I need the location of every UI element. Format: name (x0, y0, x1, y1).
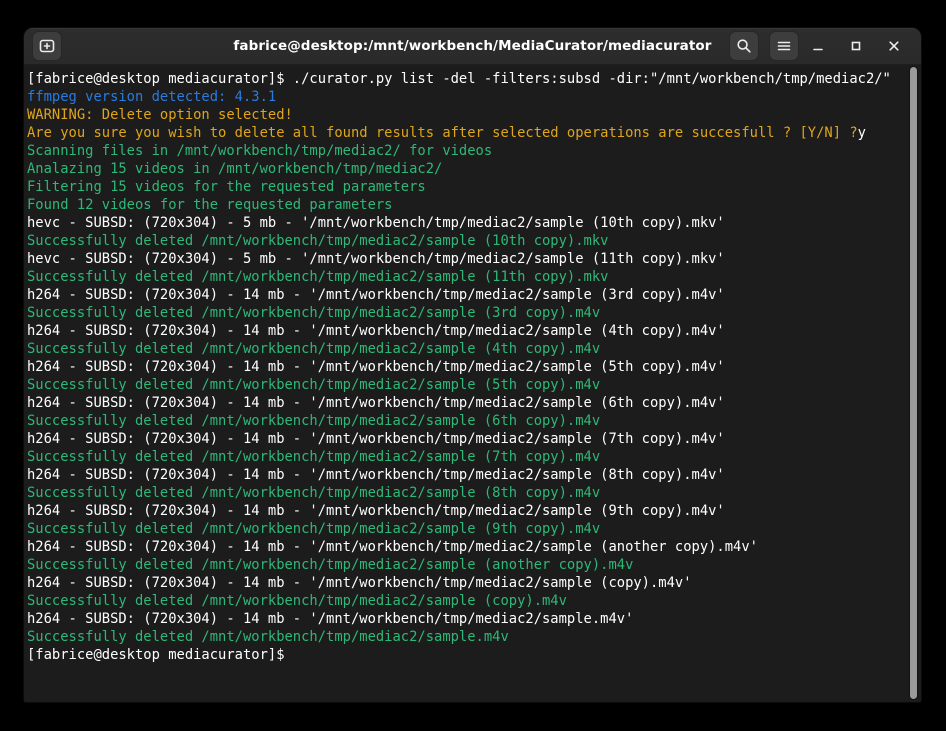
terminal-text-segment: Analazing 15 videos in /mnt/workbench/tm… (27, 161, 442, 177)
terminal-line: Are you sure you wish to delete all foun… (27, 124, 901, 142)
terminal-text-segment: Filtering 15 videos for the requested pa… (27, 179, 426, 195)
terminal-screen[interactable]: [fabrice@desktop mediacurator]$ ./curato… (24, 65, 921, 702)
terminal-line: hevc - SUBSD: (720x304) - 5 mb - '/mnt/w… (27, 250, 901, 268)
terminal-text-segment: h264 - SUBSD: (720x304) - 14 mb - '/mnt/… (27, 359, 725, 375)
terminal-text-segment: ffmpeg version detected: 4.3.1 (27, 89, 276, 105)
titlebar-controls (719, 31, 913, 61)
terminal-text-segment: Successfully deleted /mnt/workbench/tmp/… (27, 449, 600, 465)
terminal-line: Scanning files in /mnt/workbench/tmp/med… (27, 142, 901, 160)
terminal-text-segment: [fabrice@desktop mediacurator]$ (27, 647, 293, 663)
terminal-text-segment: [fabrice@desktop mediacurator]$ ./curato… (27, 71, 891, 87)
terminal-line: hevc - SUBSD: (720x304) - 5 mb - '/mnt/w… (27, 214, 901, 232)
terminal-text-segment: Successfully deleted /mnt/workbench/tmp/… (27, 233, 608, 249)
minimize-icon (810, 38, 826, 54)
terminal-line: Found 12 videos for the requested parame… (27, 196, 901, 214)
terminal-line: Successfully deleted /mnt/workbench/tmp/… (27, 520, 901, 538)
search-button[interactable] (729, 31, 759, 61)
terminal-output: [fabrice@desktop mediacurator]$ ./curato… (24, 65, 921, 664)
terminal-text-segment: h264 - SUBSD: (720x304) - 14 mb - '/mnt/… (27, 503, 725, 519)
terminal-text-segment: Successfully deleted /mnt/workbench/tmp/… (27, 413, 600, 429)
close-icon (886, 38, 902, 54)
window-title: fabrice@desktop:/mnt/workbench/MediaCura… (233, 38, 711, 54)
terminal-line: h264 - SUBSD: (720x304) - 14 mb - '/mnt/… (27, 286, 901, 304)
terminal-line: WARNING: Delete option selected! (27, 106, 901, 124)
terminal-text-segment: h264 - SUBSD: (720x304) - 14 mb - '/mnt/… (27, 431, 725, 447)
terminal-text-segment: Scanning files in /mnt/workbench/tmp/med… (27, 143, 492, 159)
terminal-line: h264 - SUBSD: (720x304) - 14 mb - '/mnt/… (27, 538, 901, 556)
terminal-line: Successfully deleted /mnt/workbench/tmp/… (27, 592, 901, 610)
terminal-text-segment: hevc - SUBSD: (720x304) - 5 mb - '/mnt/w… (27, 215, 725, 231)
titlebar[interactable]: fabrice@desktop:/mnt/workbench/MediaCura… (24, 28, 921, 65)
terminal-line: Successfully deleted /mnt/workbench/tmp/… (27, 376, 901, 394)
terminal-line: Filtering 15 videos for the requested pa… (27, 178, 901, 196)
terminal-line: h264 - SUBSD: (720x304) - 14 mb - '/mnt/… (27, 574, 901, 592)
scrollbar-thumb[interactable] (910, 67, 917, 699)
terminal-text-segment: hevc - SUBSD: (720x304) - 5 mb - '/mnt/w… (27, 251, 725, 267)
terminal-text-segment: Successfully deleted /mnt/workbench/tmp/… (27, 593, 567, 609)
new-tab-button[interactable] (32, 31, 62, 61)
terminal-line: Successfully deleted /mnt/workbench/tmp/… (27, 484, 901, 502)
terminal-text-segment: h264 - SUBSD: (720x304) - 14 mb - '/mnt/… (27, 395, 725, 411)
terminal-line: h264 - SUBSD: (720x304) - 14 mb - '/mnt/… (27, 466, 901, 484)
hamburger-menu-icon (776, 38, 792, 54)
terminal-text-segment: h264 - SUBSD: (720x304) - 14 mb - '/mnt/… (27, 323, 725, 339)
terminal-line: Successfully deleted /mnt/workbench/tmp/… (27, 232, 901, 250)
terminal-line: Successfully deleted /mnt/workbench/tmp/… (27, 340, 901, 358)
terminal-line: h264 - SUBSD: (720x304) - 14 mb - '/mnt/… (27, 322, 901, 340)
terminal-line: Successfully deleted /mnt/workbench/tmp/… (27, 268, 901, 286)
terminal-line: Successfully deleted /mnt/workbench/tmp/… (27, 628, 901, 646)
terminal-text-segment: Are you sure you wish to delete all foun… (27, 125, 858, 141)
terminal-window: fabrice@desktop:/mnt/workbench/MediaCura… (24, 28, 921, 702)
terminal-line: h264 - SUBSD: (720x304) - 14 mb - '/mnt/… (27, 430, 901, 448)
terminal-text-segment: y (858, 125, 866, 141)
terminal-text-segment: WARNING: Delete option selected! (27, 107, 293, 123)
terminal-line: [fabrice@desktop mediacurator]$ ./curato… (27, 70, 901, 88)
terminal-text-segment: h264 - SUBSD: (720x304) - 14 mb - '/mnt/… (27, 287, 725, 303)
terminal-text-segment: Successfully deleted /mnt/workbench/tmp/… (27, 377, 600, 393)
terminal-line: h264 - SUBSD: (720x304) - 14 mb - '/mnt/… (27, 502, 901, 520)
terminal-text-segment: h264 - SUBSD: (720x304) - 14 mb - '/mnt/… (27, 575, 692, 591)
terminal-text-segment: Successfully deleted /mnt/workbench/tmp/… (27, 341, 600, 357)
terminal-line: ffmpeg version detected: 4.3.1 (27, 88, 901, 106)
terminal-line: Successfully deleted /mnt/workbench/tmp/… (27, 412, 901, 430)
terminal-text-segment: Successfully deleted /mnt/workbench/tmp/… (27, 305, 600, 321)
terminal-line: [fabrice@desktop mediacurator]$ (27, 646, 901, 664)
menu-button[interactable] (769, 31, 799, 61)
terminal-text-segment: Successfully deleted /mnt/workbench/tmp/… (27, 269, 608, 285)
terminal-text-segment: Successfully deleted /mnt/workbench/tmp/… (27, 557, 633, 573)
terminal-text-segment: h264 - SUBSD: (720x304) - 14 mb - '/mnt/… (27, 611, 633, 627)
maximize-icon (848, 38, 864, 54)
new-tab-icon (39, 38, 55, 54)
close-button[interactable] (875, 31, 913, 61)
terminal-line: h264 - SUBSD: (720x304) - 14 mb - '/mnt/… (27, 394, 901, 412)
terminal-text-segment: h264 - SUBSD: (720x304) - 14 mb - '/mnt/… (27, 539, 758, 555)
desktop-background: fabrice@desktop:/mnt/workbench/MediaCura… (0, 0, 946, 731)
terminal-line: Analazing 15 videos in /mnt/workbench/tm… (27, 160, 901, 178)
terminal-text-segment: Successfully deleted /mnt/workbench/tmp/… (27, 485, 600, 501)
terminal-text-segment: Successfully deleted /mnt/workbench/tmp/… (27, 629, 509, 645)
terminal-text-segment: Successfully deleted /mnt/workbench/tmp/… (27, 521, 600, 537)
terminal-line: Successfully deleted /mnt/workbench/tmp/… (27, 304, 901, 322)
minimize-button[interactable] (799, 31, 837, 61)
terminal-text-segment: Found 12 videos for the requested parame… (27, 197, 392, 213)
terminal-line: h264 - SUBSD: (720x304) - 14 mb - '/mnt/… (27, 610, 901, 628)
terminal-line: h264 - SUBSD: (720x304) - 14 mb - '/mnt/… (27, 358, 901, 376)
terminal-line: Successfully deleted /mnt/workbench/tmp/… (27, 556, 901, 574)
terminal-text-segment: h264 - SUBSD: (720x304) - 14 mb - '/mnt/… (27, 467, 725, 483)
maximize-button[interactable] (837, 31, 875, 61)
search-icon (736, 38, 752, 54)
terminal-line: Successfully deleted /mnt/workbench/tmp/… (27, 448, 901, 466)
scrollbar[interactable] (908, 65, 921, 702)
